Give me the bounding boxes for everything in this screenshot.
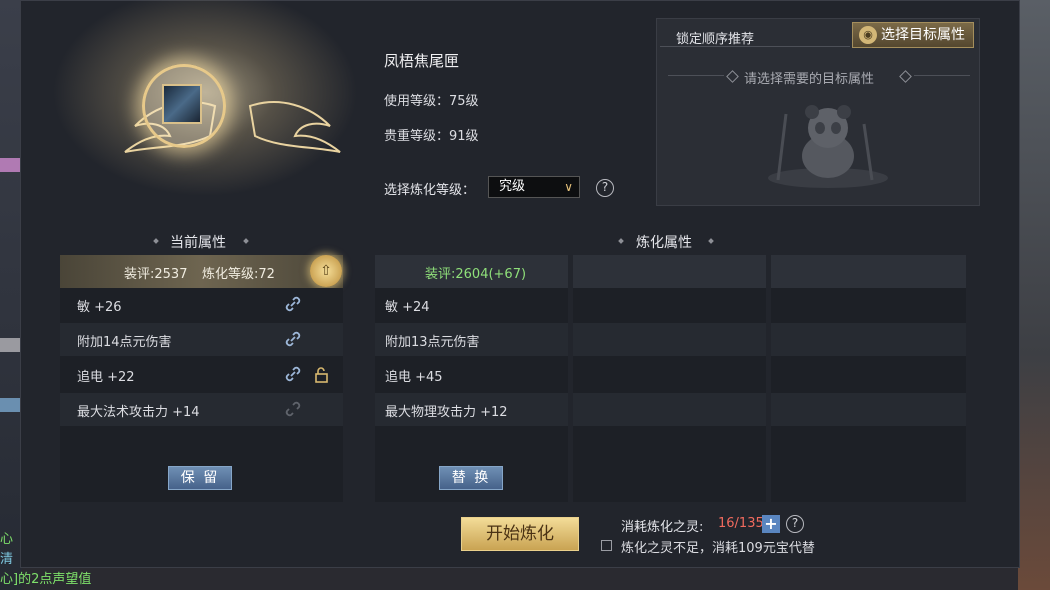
cost-label: 消耗炼化之灵: [621, 520, 704, 535]
chat-line: 心 [0, 532, 14, 547]
link-icon[interactable] [284, 365, 302, 383]
panda-placeholder-icon [768, 105, 888, 188]
background-marker [0, 338, 20, 352]
item-icon[interactable] [162, 84, 202, 124]
empty-refine-slot [771, 288, 966, 502]
attribute-row: 敏 +24 [375, 288, 568, 321]
select-target-button-label: 选择目标属性 [881, 27, 965, 43]
target-attribute-hint: 请选择需要的目标属性 [744, 72, 875, 87]
current-score: 装评:2537 [124, 267, 188, 282]
background-marker [0, 158, 20, 172]
refine-level-label: 选择炼化等级： [384, 183, 476, 198]
attribute-text: 附加13点元伤害 [385, 335, 480, 350]
empty-slot-header [771, 255, 966, 288]
attribute-row: 追电 +45 [375, 358, 568, 391]
link-icon[interactable] [284, 295, 302, 313]
attribute-row: 最大物理攻击力 +12 [375, 393, 568, 426]
recommend-label: 锁定顺序推荐 [676, 32, 755, 47]
attribute-row: 敏 +26 [60, 288, 343, 321]
background-marker [0, 398, 20, 412]
divider [668, 75, 724, 76]
attribute-row: 追电 +22 [60, 358, 343, 391]
attribute-text: 敏 +26 [77, 300, 122, 315]
attribute-row: 最大法术攻击力 +14 [60, 393, 343, 426]
item-name: 凤梧焦尾匣 [384, 52, 460, 70]
cost-value: 16/135 [718, 516, 764, 531]
right-wing-ornament [248, 101, 341, 153]
refined-score: 装评:2604(+67) [425, 267, 527, 282]
refined-attributes-title: 炼化属性 [636, 235, 692, 251]
target-icon: ◉ [859, 26, 877, 44]
background-right [1018, 0, 1050, 590]
chat-line: 心]的2点声望值 [0, 572, 92, 587]
current-score-header: 装评:2537 炼化等级:72 [60, 255, 343, 288]
help-icon[interactable]: ? [596, 179, 614, 197]
keep-button[interactable]: 保 留 [168, 466, 232, 490]
empty-refine-slot [573, 288, 766, 502]
start-refine-button[interactable]: 开始炼化 [461, 517, 579, 551]
current-refine-level: 炼化等级:72 [202, 267, 275, 282]
chat-line: 清 [0, 552, 14, 567]
refined-score-header: 装评:2604(+67) [375, 255, 568, 288]
select-target-attribute-button[interactable]: ◉ 选择目标属性 [852, 22, 974, 48]
chevron-down-icon: ∨ [564, 180, 573, 194]
refine-level-select[interactable]: 究级 ∨ [488, 176, 580, 198]
replace-button[interactable]: 替 换 [439, 466, 503, 490]
help-icon[interactable]: ? [786, 515, 804, 533]
attribute-text: 追电 +45 [385, 370, 443, 385]
attribute-row-empty [573, 323, 766, 356]
link-icon[interactable] [284, 330, 302, 348]
attribute-row-empty [60, 428, 343, 461]
broken-link-icon[interactable] [284, 400, 302, 418]
attribute-text: 最大法术攻击力 +14 [77, 405, 200, 420]
substitute-checkbox[interactable] [601, 540, 612, 551]
unlock-icon[interactable] [312, 366, 330, 384]
current-attributes-title: 当前属性 [170, 235, 226, 251]
attribute-row-empty [771, 393, 966, 426]
attribute-text: 敏 +24 [385, 300, 430, 315]
attribute-row-empty [771, 323, 966, 356]
divider [914, 75, 970, 76]
attribute-row-empty [573, 393, 766, 426]
substitute-label: 炼化之灵不足，消耗109元宝代替 [621, 541, 815, 556]
attribute-row-empty [375, 428, 568, 461]
attribute-row: 附加14点元伤害 [60, 323, 343, 356]
attribute-text: 最大物理攻击力 +12 [385, 405, 508, 420]
background-left [0, 0, 22, 590]
item-value-level: 贵重等级：91级 [384, 129, 479, 144]
attribute-text: 追电 +22 [77, 370, 135, 385]
item-use-level: 使用等级：75级 [384, 94, 479, 109]
attribute-row: 附加13点元伤害 [375, 323, 568, 356]
empty-slot-header [573, 255, 766, 288]
add-material-button[interactable]: + [762, 515, 780, 533]
upgrade-arrow-icon[interactable]: ⇧ [310, 255, 342, 287]
attribute-text: 附加14点元伤害 [77, 335, 172, 350]
refine-level-value: 究级 [499, 179, 526, 194]
